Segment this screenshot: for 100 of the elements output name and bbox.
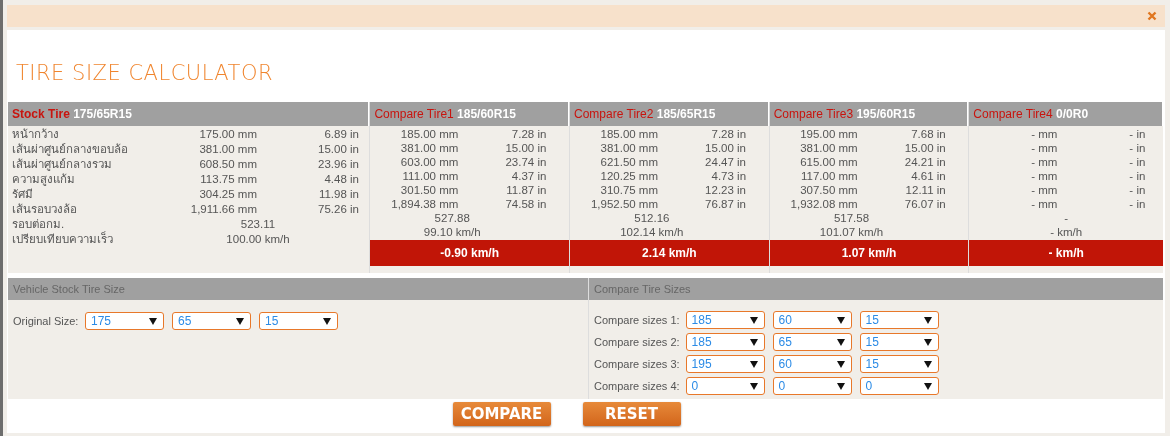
column-header: Compare Tire4 0/0R0 — [969, 102, 1163, 126]
table-cell: - in — [1129, 127, 1146, 141]
table-cell: 517.58 — [833, 212, 870, 224]
caret-icon — [836, 316, 845, 324]
dropdown[interactable]: 60 — [772, 311, 852, 329]
table-cell: 76.07 in — [904, 197, 946, 211]
table-cell: 23.96 in — [318, 157, 359, 172]
table-cell: 381.00 mm — [800, 141, 858, 155]
caret-icon — [836, 338, 845, 346]
dropdown[interactable]: 0 — [772, 377, 852, 395]
caret-icon — [749, 360, 758, 368]
table-cell: 381.00 mm — [199, 142, 257, 157]
dropdown[interactable]: 0 — [859, 377, 939, 395]
table-cell: - mm — [1031, 183, 1058, 197]
dropdown[interactable]: 60 — [772, 355, 852, 373]
table-cell: - in — [1129, 141, 1146, 155]
dropdown[interactable]: 195 — [685, 355, 765, 373]
caret-icon — [923, 316, 932, 324]
table-cell: 100.00 km/h — [226, 233, 290, 245]
row-label: เส้นผ่าศูนย์กลางขอบล้อ — [12, 142, 129, 157]
table-cell: 4.37 in — [511, 169, 547, 183]
table-cell: 307.50 mm — [800, 183, 858, 197]
column-header: Compare Tire1 185/60R15 — [370, 102, 570, 126]
table-cell: 75.26 in — [318, 202, 359, 217]
close-icon[interactable] — [1147, 11, 1157, 21]
table-cell: 24.47 in — [705, 155, 747, 169]
dropdown[interactable]: 15 — [859, 355, 939, 373]
table-cell: 1,894.38 mm — [391, 197, 459, 211]
row-label: เส้นรอบวงล้อ — [12, 202, 78, 217]
table-cell: - km/h — [1050, 226, 1083, 238]
reset-button[interactable]: RESET — [582, 402, 681, 426]
dropdown[interactable]: 175 — [85, 312, 164, 330]
table-cell: - mm — [1031, 169, 1058, 183]
table-cell: 7.28 in — [511, 127, 547, 141]
page-title: TIRE SIZE CALCULATOR — [15, 60, 275, 87]
caret-icon — [749, 316, 758, 324]
table-cell: 99.10 km/h — [423, 226, 481, 238]
dropdown[interactable]: 65 — [772, 333, 852, 351]
row-label: รัศมี — [12, 187, 34, 202]
table-cell: 603.00 mm — [400, 155, 459, 169]
dropdown[interactable]: 185 — [685, 333, 765, 351]
dropdown[interactable]: 65 — [172, 312, 251, 330]
row-label: เปรียบเทียบความเร็ว — [12, 232, 114, 247]
speed-difference: -0.90 km/h — [370, 240, 570, 266]
column-header: Compare Tire2 185/65R15 — [570, 102, 769, 126]
table-cell: - in — [1129, 155, 1146, 169]
table-cell: - — [1064, 212, 1069, 224]
table-cell: 621.50 mm — [600, 155, 659, 169]
caret-icon — [923, 338, 932, 346]
table-cell: 15.00 in — [705, 141, 747, 155]
dropdown[interactable]: 0 — [685, 377, 765, 395]
speed-difference: 2.14 km/h — [570, 240, 769, 266]
table-cell: 12.23 in — [705, 183, 747, 197]
table-cell: 117.00 mm — [801, 169, 858, 183]
table-cell: 310.75 mm — [600, 183, 659, 197]
table-cell: - in — [1129, 183, 1146, 197]
row-label: เส้นผ่าศูนย์กลางรวม — [12, 157, 113, 172]
dropdown[interactable]: 185 — [685, 311, 765, 329]
table-cell: 101.07 km/h — [819, 226, 884, 238]
table-cell: 1,911.66 mm — [190, 202, 257, 217]
table-cell: 523.11 — [240, 218, 276, 230]
table-cell: - in — [1129, 197, 1146, 211]
table-cell: 1,932.08 mm — [790, 197, 858, 211]
row-label: ความสูงแก้ม — [12, 172, 76, 187]
table-cell: 4.73 in — [711, 169, 747, 183]
speed-difference: - km/h — [969, 240, 1163, 266]
compare-button[interactable]: COMPARE — [452, 402, 551, 426]
table-cell: 4.61 in — [911, 169, 946, 183]
column-header: Stock Tire 175/65R15 — [8, 102, 370, 126]
field-label: Compare sizes 3: — [594, 358, 680, 370]
table-cell: 185.00 mm — [600, 127, 659, 141]
dropdown[interactable]: 15 — [859, 333, 939, 351]
table-cell: 120.25 mm — [600, 169, 659, 183]
table-cell: 195.00 mm — [800, 127, 858, 141]
table-cell: 12.11 in — [905, 183, 946, 197]
table-cell: 527.88 — [434, 212, 470, 224]
caret-icon — [149, 317, 157, 325]
caret-icon — [749, 382, 758, 390]
table-cell: 11.98 in — [318, 187, 359, 202]
table-cell: 111.00 mm — [402, 169, 459, 183]
dropdown[interactable]: 15 — [859, 311, 939, 329]
field-label: Compare sizes 2: — [594, 336, 680, 348]
table-cell: 175.00 mm — [199, 127, 257, 142]
caret-icon — [923, 360, 932, 368]
caret-icon — [923, 382, 932, 390]
table-cell: 381.00 mm — [400, 141, 459, 155]
caret-icon — [749, 338, 758, 346]
table-cell: 113.75 mm — [200, 172, 257, 187]
table-cell: 23.74 in — [505, 155, 547, 169]
table-cell: - mm — [1031, 155, 1058, 169]
field-label: Compare sizes 4: — [594, 380, 680, 392]
table-cell: 301.50 mm — [400, 183, 459, 197]
table-cell: 608.50 mm — [199, 157, 257, 172]
table-cell: 24.21 in — [904, 155, 946, 169]
dropdown[interactable]: 15 — [259, 312, 338, 330]
table-cell: 6.89 in — [324, 127, 359, 142]
table-cell: 7.28 in — [711, 127, 747, 141]
caret-icon — [236, 317, 244, 325]
speed-difference: 1.07 km/h — [769, 240, 969, 266]
table-cell: 7.68 in — [911, 127, 946, 141]
